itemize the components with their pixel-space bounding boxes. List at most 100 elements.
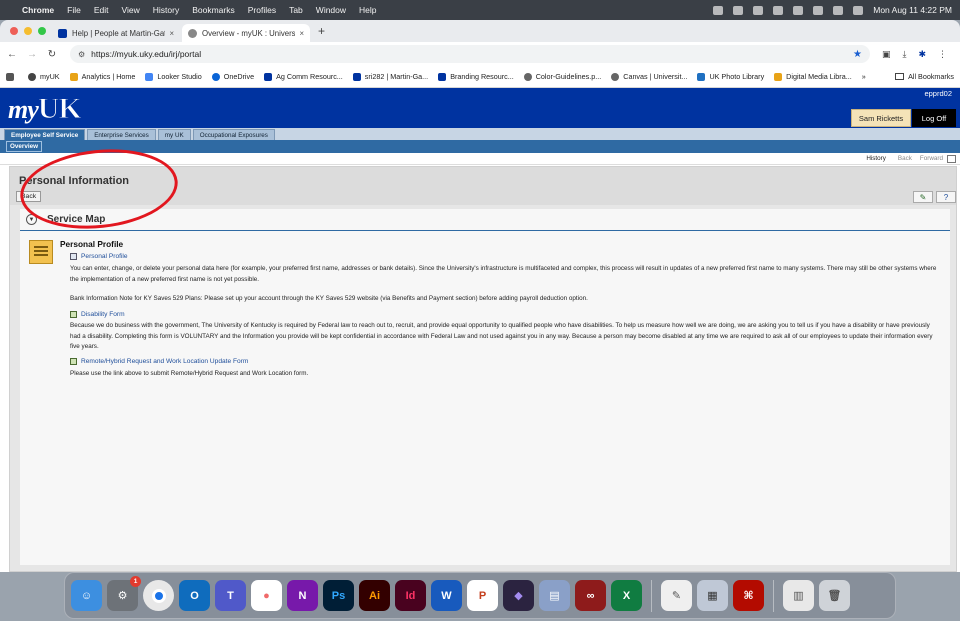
all-bookmarks[interactable]: All Bookmarks bbox=[895, 72, 954, 81]
bookmark-label: Digital Media Libra... bbox=[786, 72, 852, 81]
bookmark-item[interactable]: Looker Studio bbox=[145, 72, 202, 81]
menu-window[interactable]: Window bbox=[316, 5, 346, 15]
personal-profile-description: You can enter, change, or delete your pe… bbox=[70, 265, 937, 283]
search-icon[interactable] bbox=[833, 5, 844, 15]
trash-icon[interactable]: 🗑 bbox=[819, 580, 850, 611]
bookmark-item[interactable]: Color-Guidelines.p... bbox=[523, 72, 601, 81]
menu-dots-icon[interactable]: ⋮ bbox=[938, 49, 947, 60]
site-info-icon[interactable]: ⚙ bbox=[78, 50, 85, 59]
documents-stack-icon[interactable]: ▥ bbox=[783, 580, 814, 611]
tab-my-uk[interactable]: my UK bbox=[157, 129, 191, 140]
photoshop-icon[interactable]: Ps bbox=[323, 580, 354, 611]
bookmarks-bar: myUK Analytics | Home Looker Studio OneD… bbox=[0, 66, 960, 88]
asana-icon[interactable]: ● bbox=[251, 580, 282, 611]
browser-tab-help[interactable]: Help | People at Martin-Gatt × bbox=[52, 24, 180, 42]
zoom-window-button[interactable] bbox=[38, 27, 46, 35]
bank-information-note: Bank Information Note for KY Saves 529 P… bbox=[70, 295, 588, 302]
portal-forward-button[interactable]: Forward bbox=[920, 155, 943, 162]
close-window-button[interactable] bbox=[10, 27, 18, 35]
tab-occupational-exposures[interactable]: Occupational Exposures bbox=[192, 129, 275, 140]
powerpoint-icon[interactable]: P bbox=[467, 580, 498, 611]
bookmark-item[interactable]: Digital Media Libra... bbox=[774, 72, 852, 81]
illustrator-icon[interactable]: Ai bbox=[359, 580, 390, 611]
menu-tab[interactable]: Tab bbox=[289, 5, 303, 15]
status-icon[interactable] bbox=[713, 5, 724, 15]
menu-bookmarks[interactable]: Bookmarks bbox=[192, 5, 235, 15]
menu-help[interactable]: Help bbox=[359, 5, 376, 15]
menu-app-name[interactable]: Chrome bbox=[22, 5, 54, 15]
menu-profiles[interactable]: Profiles bbox=[248, 5, 276, 15]
reload-icon[interactable]: ↻ bbox=[44, 49, 60, 60]
link-label: Disability Form bbox=[81, 311, 125, 318]
close-tab-icon[interactable]: × bbox=[169, 29, 174, 38]
apps-grid-icon[interactable] bbox=[6, 72, 18, 81]
personal-profile-link[interactable]: Personal Profile bbox=[70, 253, 128, 260]
help-icon[interactable]: ? bbox=[936, 191, 956, 203]
portal-back-button[interactable]: Back bbox=[898, 155, 912, 162]
disability-form-link[interactable]: Disability Form bbox=[70, 311, 125, 318]
menu-history[interactable]: History bbox=[153, 5, 179, 15]
bookmark-item[interactable]: Canvas | Universit... bbox=[611, 72, 687, 81]
status-icon[interactable] bbox=[773, 5, 784, 15]
word-icon[interactable]: W bbox=[431, 580, 462, 611]
outlook-icon[interactable]: O bbox=[179, 580, 210, 611]
menu-file[interactable]: File bbox=[67, 5, 81, 15]
menubar-clock[interactable]: Mon Aug 11 4:22 PM bbox=[873, 5, 952, 15]
onenote-icon[interactable]: N bbox=[287, 580, 318, 611]
browser-tab-overview[interactable]: Overview - myUK : University × bbox=[182, 24, 310, 42]
menu-view[interactable]: View bbox=[121, 5, 139, 15]
indesign-icon[interactable]: Id bbox=[395, 580, 426, 611]
status-icon[interactable] bbox=[733, 5, 744, 15]
textedit-icon[interactable]: ✎ bbox=[661, 580, 692, 611]
teams-icon[interactable]: T bbox=[215, 580, 246, 611]
service-map-header[interactable]: ▼ Service Map bbox=[20, 209, 950, 231]
finder-icon[interactable]: ☺ bbox=[71, 580, 102, 611]
myuk-logo[interactable]: myUK bbox=[8, 92, 82, 126]
history-button[interactable]: History bbox=[866, 155, 886, 162]
menu-edit[interactable]: Edit bbox=[94, 5, 109, 15]
bookmark-label: Ag Comm Resourc... bbox=[276, 72, 343, 81]
personalize-icon[interactable]: ✎ bbox=[913, 191, 933, 203]
new-tab-button[interactable]: + bbox=[318, 24, 325, 38]
close-tab-icon[interactable]: × bbox=[299, 29, 304, 38]
wifi-icon[interactable] bbox=[813, 5, 824, 15]
download-icon[interactable]: ⤓ bbox=[903, 49, 907, 60]
bookmark-item[interactable]: Ag Comm Resourc... bbox=[264, 72, 343, 81]
bookmark-item[interactable]: Branding Resourc... bbox=[438, 72, 514, 81]
tab-search-icon[interactable]: ▣ bbox=[882, 49, 891, 60]
bookmark-item[interactable]: myUK bbox=[28, 72, 60, 81]
obsidian-icon[interactable]: ◆ bbox=[503, 580, 534, 611]
bookmark-star-icon[interactable]: ★ bbox=[853, 49, 862, 60]
preview-icon[interactable]: ▦ bbox=[697, 580, 728, 611]
page-menu-icon[interactable] bbox=[947, 154, 956, 163]
bookmark-item[interactable]: OneDrive bbox=[211, 72, 254, 81]
bookmark-item[interactable]: UK Photo Library bbox=[697, 72, 764, 81]
chrome-icon[interactable] bbox=[143, 580, 174, 611]
system-settings-icon[interactable]: ⚙ 1 bbox=[107, 576, 141, 611]
acrobat-icon[interactable]: ⌘ bbox=[733, 580, 764, 611]
service-map-panel: ▼ Service Map Personal Profile Personal … bbox=[20, 209, 950, 565]
excel-icon[interactable]: X bbox=[611, 580, 642, 611]
bookmarks-overflow-icon[interactable]: » bbox=[862, 72, 866, 81]
status-icon[interactable] bbox=[753, 5, 764, 15]
bookmark-icon bbox=[145, 72, 154, 81]
archive-utility-icon[interactable]: ▤ bbox=[539, 580, 570, 611]
minimize-window-button[interactable] bbox=[24, 27, 32, 35]
forward-arrow-icon[interactable]: → bbox=[24, 49, 40, 60]
bookmark-item[interactable]: Analytics | Home bbox=[69, 72, 135, 81]
extension-icon[interactable]: ✱ bbox=[919, 49, 927, 60]
bookmark-item[interactable]: sri282 | Martin-Ga... bbox=[352, 72, 428, 81]
battery-icon[interactable] bbox=[793, 5, 804, 15]
remote-hybrid-form-link[interactable]: Remote/Hybrid Request and Work Location … bbox=[70, 358, 248, 365]
disability-form-description: Because we do business with the governme… bbox=[70, 322, 933, 350]
log-off-button[interactable]: Log Off bbox=[912, 109, 956, 127]
tab-enterprise-services[interactable]: Enterprise Services bbox=[87, 129, 156, 140]
tab-employee-self-service[interactable]: Employee Self Service bbox=[4, 129, 86, 140]
tab-overview[interactable]: Overview bbox=[6, 141, 43, 152]
url-text[interactable]: https://myuk.uky.edu/irj/portal bbox=[91, 49, 201, 59]
relay-app-icon[interactable]: ∞ bbox=[575, 580, 606, 611]
control-center-icon[interactable] bbox=[853, 5, 864, 15]
address-bar[interactable]: ⚙ https://myuk.uky.edu/irj/portal ★ bbox=[70, 45, 870, 63]
user-name-button[interactable]: Sam Ricketts bbox=[851, 109, 911, 127]
back-arrow-icon[interactable]: ← bbox=[4, 49, 20, 60]
